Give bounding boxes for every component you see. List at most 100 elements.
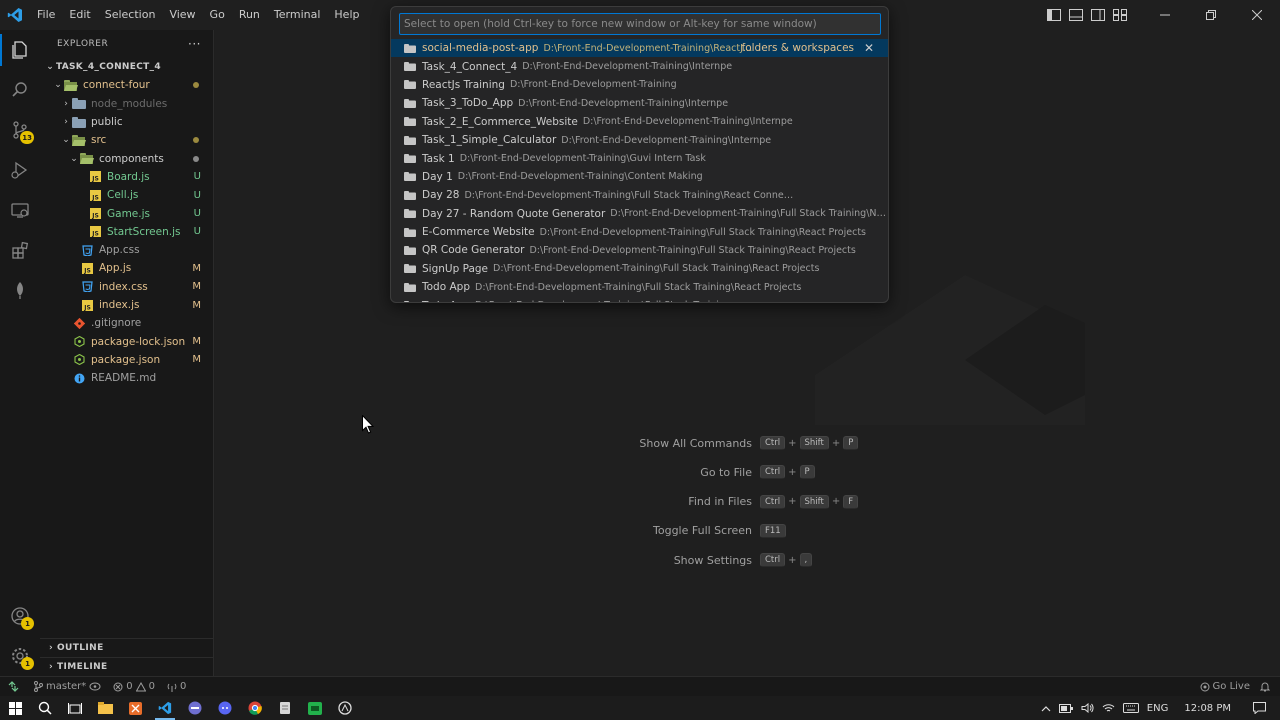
input-language[interactable]: ENG xyxy=(1147,703,1169,714)
tree-file[interactable]: App.css xyxy=(40,241,213,259)
tree-file[interactable]: JS StartScreen.js U xyxy=(40,223,213,241)
tree-file[interactable]: JS Cell.js U xyxy=(40,186,213,204)
shortcut-label[interactable]: Toggle Full Screen xyxy=(653,524,752,537)
git-status-badge: M xyxy=(192,299,201,311)
windows-start-icon[interactable] xyxy=(0,696,30,720)
explorer-header: EXPLORER ··· xyxy=(40,30,213,58)
clock[interactable]: 12:08 PM xyxy=(1184,703,1231,714)
tree-file[interactable]: JS Game.js U xyxy=(40,204,213,222)
recent-folder-item[interactable]: Day 27 - Random Quote Generator D:\Front-… xyxy=(391,205,888,223)
notepad-icon[interactable] xyxy=(270,696,300,720)
recent-folder-item[interactable]: E-Commerce Website D:\Front-End-Developme… xyxy=(391,223,888,241)
menu-selection[interactable]: Selection xyxy=(98,0,163,30)
shortcut-label[interactable]: Go to File xyxy=(700,466,752,479)
quick-pick-input[interactable] xyxy=(400,14,880,34)
notifications-bell-icon[interactable] xyxy=(1254,681,1276,692)
recent-folder-item[interactable]: social-media-post-app D:\Front-End-Develo… xyxy=(391,39,888,58)
shortcut-label[interactable]: Find in Files xyxy=(688,495,752,508)
menu-run[interactable]: Run xyxy=(232,0,267,30)
app-circle-icon[interactable] xyxy=(330,696,360,720)
problems-status[interactable]: 0 0 xyxy=(107,681,161,692)
tree-file[interactable]: JS App.js M xyxy=(40,259,213,277)
recent-folder-item[interactable]: Todo App D:\Front-End-Development-Trainin… xyxy=(391,296,888,302)
tree-file[interactable]: index.css M xyxy=(40,278,213,296)
menu-view[interactable]: View xyxy=(162,0,202,30)
chevron-right-icon: › xyxy=(64,117,68,128)
mongodb-leaf-icon[interactable] xyxy=(0,270,40,310)
recent-folder-path: D:\Front-End-Development-Training\Intern… xyxy=(522,61,733,73)
tree-file[interactable]: package.json M xyxy=(40,351,213,369)
file-explorer-icon[interactable] xyxy=(90,696,120,720)
search-icon[interactable] xyxy=(0,70,40,110)
chrome-icon[interactable] xyxy=(240,696,270,720)
app-pill-icon[interactable] xyxy=(180,696,210,720)
tree-folder[interactable]: › node_modules xyxy=(40,95,213,113)
remove-recent-close-icon[interactable]: ✕ xyxy=(864,41,874,55)
shortcut-label[interactable]: Show Settings xyxy=(674,554,752,567)
source-control-icon[interactable]: 13 xyxy=(0,110,40,150)
recent-folder-item[interactable]: Task_3_ToDo_App D:\Front-End-Development-… xyxy=(391,94,888,112)
wifi-icon[interactable] xyxy=(1102,703,1115,713)
recent-folder-name: QR Code Generator xyxy=(422,244,525,257)
battery-icon[interactable] xyxy=(1058,703,1073,713)
remote-explorer-icon[interactable] xyxy=(0,190,40,230)
discord-icon[interactable] xyxy=(210,696,240,720)
recent-folder-item[interactable]: Task 1 D:\Front-End-Development-Training\… xyxy=(391,149,888,167)
explorer-icon[interactable] xyxy=(0,30,40,70)
tree-folder[interactable]: › public xyxy=(40,113,213,131)
recent-folder-item[interactable]: ReactJs Training D:\Front-End-Development… xyxy=(391,76,888,94)
extensions-icon[interactable] xyxy=(0,230,40,270)
task-view-icon[interactable] xyxy=(60,696,90,720)
manage-gear-icon[interactable]: 1 xyxy=(0,636,40,676)
close-window-button[interactable] xyxy=(1234,0,1280,30)
recent-folder-item[interactable]: Day 1 D:\Front-End-Development-Training\C… xyxy=(391,168,888,186)
toggle-primary-sidebar-icon[interactable] xyxy=(1046,8,1062,22)
app-orange-icon[interactable] xyxy=(120,696,150,720)
recent-folder-item[interactable]: SignUp Page D:\Front-End-Development-Trai… xyxy=(391,260,888,278)
menu-file[interactable]: File xyxy=(30,0,62,30)
timeline-section[interactable]: › TIMELINE xyxy=(40,657,214,676)
app-green-icon[interactable] xyxy=(300,696,330,720)
recent-folder-item[interactable]: Day 28 D:\Front-End-Development-Training\… xyxy=(391,186,888,204)
tree-item-label: index.css xyxy=(99,280,148,293)
recent-folder-item[interactable]: Task_4_Connect_4 D:\Front-End-Development… xyxy=(391,57,888,75)
action-center-icon[interactable] xyxy=(1253,702,1266,714)
recent-folder-item[interactable]: Todo App D:\Front-End-Development-Trainin… xyxy=(391,278,888,296)
shortcut-label[interactable]: Show All Commands xyxy=(639,437,752,450)
tray-chevron-up-icon[interactable] xyxy=(1041,705,1051,712)
toggle-secondary-sidebar-icon[interactable] xyxy=(1090,8,1106,22)
accounts-icon[interactable]: 1 xyxy=(0,596,40,636)
keyboard-icon[interactable] xyxy=(1122,703,1139,713)
customize-layout-icon[interactable] xyxy=(1112,8,1128,22)
workspace-root[interactable]: ⌄ TASK_4_CONNECT_4 xyxy=(40,58,213,76)
git-branch-status[interactable]: master* xyxy=(27,681,107,692)
recent-folder-item[interactable]: QR Code Generator D:\Front-End-Developmen… xyxy=(391,241,888,259)
recent-folder-item[interactable]: Task_1_Simple_Calculator D:\Front-End-Dev… xyxy=(391,131,888,149)
go-live-button[interactable]: Go Live xyxy=(1194,681,1256,692)
run-debug-icon[interactable] xyxy=(0,150,40,190)
menu-go[interactable]: Go xyxy=(203,0,232,30)
tree-folder[interactable]: ⌄ src xyxy=(40,131,213,149)
menu-edit[interactable]: Edit xyxy=(62,0,97,30)
vscode-taskbar-icon[interactable] xyxy=(150,696,180,720)
outline-section[interactable]: › OUTLINE xyxy=(40,638,214,657)
tree-folder[interactable]: ⌄ components xyxy=(40,149,213,167)
remote-indicator[interactable] xyxy=(0,681,27,692)
recent-folder-item[interactable]: Task_2_E_Commerce_Website D:\Front-End-De… xyxy=(391,113,888,131)
ports-status[interactable]: 0 xyxy=(161,681,192,692)
toggle-panel-icon[interactable] xyxy=(1068,8,1084,22)
restore-button[interactable] xyxy=(1188,0,1234,30)
explorer-more-actions-icon[interactable]: ··· xyxy=(188,37,201,51)
minimize-button[interactable] xyxy=(1142,0,1188,30)
tree-file[interactable]: README.md xyxy=(40,369,213,387)
shortcut-row: Find in Files Ctrl + Shift + F xyxy=(215,494,1280,510)
taskbar-search-icon[interactable] xyxy=(30,696,60,720)
tree-folder[interactable]: ⌄ connect-four xyxy=(40,76,213,94)
tree-file[interactable]: JS Board.js U xyxy=(40,168,213,186)
menu-help[interactable]: Help xyxy=(327,0,366,30)
menu-terminal[interactable]: Terminal xyxy=(267,0,328,30)
tree-file[interactable]: .gitignore xyxy=(40,314,213,332)
tree-file[interactable]: package-lock.json M xyxy=(40,332,213,350)
volume-icon[interactable] xyxy=(1081,703,1094,713)
tree-file[interactable]: JS index.js M xyxy=(40,296,213,314)
